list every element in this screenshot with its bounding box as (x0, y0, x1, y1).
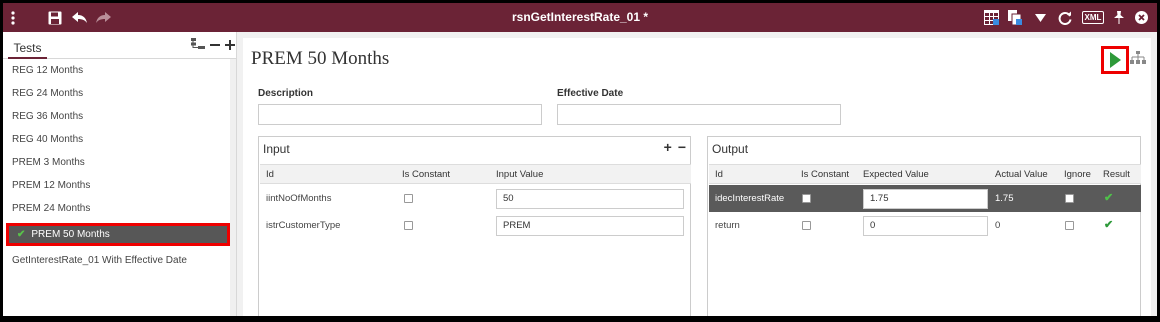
input-panel: Input + − Id Is Constant Input Value iin… (258, 136, 691, 316)
column-header-id: Id (266, 169, 274, 180)
table-row[interactable]: return 0 0 ✔ (709, 212, 1141, 239)
tab-tests[interactable]: Tests (8, 41, 47, 59)
column-header-is-constant: Is Constant (402, 169, 451, 180)
remove-row-icon[interactable]: − (678, 139, 686, 155)
test-item-label: REG 12 Months (12, 65, 84, 76)
column-header-ignore: Ignore (1064, 169, 1091, 180)
refresh-icon[interactable] (1057, 3, 1073, 32)
output-grid-header: Id Is Constant Expected Value Actual Val… (709, 164, 1141, 184)
pin-icon[interactable] (1111, 3, 1127, 32)
table-row: istrCustomerType PREM (260, 212, 691, 239)
test-item-label: PREM 50 Months (31, 229, 110, 240)
tree-list-icon[interactable] (191, 37, 205, 54)
column-header-actual-value: Actual Value (995, 169, 1048, 180)
sidebar-scrollbar[interactable] (230, 59, 236, 316)
pass-check-icon: ✔ (1104, 192, 1114, 204)
test-item[interactable]: PREM 12 Months (3, 174, 236, 197)
is-constant-checkbox[interactable] (404, 221, 413, 230)
input-panel-actions: + − (664, 139, 686, 155)
table-row: iintNoOfMonths 50 (260, 185, 691, 212)
input-panel-title: Input (263, 142, 290, 156)
undo-icon[interactable] (71, 3, 89, 32)
test-item[interactable]: PREM 24 Months (3, 197, 236, 220)
actual-value: 0 (995, 220, 1001, 231)
page-title: PREM 50 Months (251, 48, 390, 69)
test-list: REG 12 Months REG 24 Months REG 36 Month… (3, 59, 236, 272)
test-item-selected[interactable]: ✔ PREM 50 Months (6, 223, 230, 246)
input-id: iintNoOfMonths (266, 193, 332, 204)
input-grid-header: Id Is Constant Input Value (260, 164, 691, 184)
description-field[interactable] (258, 104, 542, 125)
column-header-input-value: Input Value (496, 169, 544, 180)
collapse-icon[interactable] (210, 37, 220, 54)
actual-value: 1.75 (995, 193, 1014, 204)
add-test-icon[interactable] (225, 37, 235, 54)
expected-value-field[interactable]: 1.75 (863, 189, 988, 209)
test-item[interactable]: REG 24 Months (3, 82, 236, 105)
ignore-checkbox[interactable] (1065, 194, 1074, 203)
output-id: idecInterestRate (715, 193, 785, 204)
test-item[interactable]: GetInterestRate_01 With Effective Date (3, 249, 236, 272)
test-item-label: REG 24 Months (12, 88, 84, 99)
test-item-label: PREM 3 Months (12, 157, 85, 168)
test-item[interactable]: PREM 3 Months (3, 151, 236, 174)
output-id: return (715, 220, 740, 231)
description-label: Description (258, 88, 314, 99)
effective-date-label: Effective Date (557, 88, 624, 99)
test-item[interactable]: REG 12 Months (3, 59, 236, 82)
expected-value-field[interactable]: 0 (863, 216, 988, 236)
app-window: rsnGetInterestRate_01 * XML Tests REG 12… (3, 3, 1157, 316)
tests-sidebar: Tests REG 12 Months REG 24 Months REG 36… (3, 32, 237, 316)
test-item-label: PREM 24 Months (12, 203, 91, 214)
check-icon: ✔ (17, 229, 26, 240)
xml-icon[interactable]: XML (1081, 3, 1105, 32)
triangle-down-icon[interactable] (1033, 3, 1047, 32)
effective-date-field[interactable] (557, 104, 841, 125)
sidebar-header: Tests (3, 32, 237, 59)
test-item-label: GetInterestRate_01 With Effective Date (12, 255, 187, 266)
kebab-menu-icon[interactable] (9, 3, 17, 32)
save-icon[interactable] (47, 3, 63, 32)
test-item[interactable]: REG 40 Months (3, 128, 236, 151)
is-constant-checkbox[interactable] (404, 194, 413, 203)
is-constant-checkbox[interactable] (802, 221, 811, 230)
column-header-result: Result (1103, 169, 1130, 180)
ignore-checkbox[interactable] (1065, 221, 1074, 230)
column-header-is-constant: Is Constant (801, 169, 850, 180)
copy-icon[interactable] (1007, 3, 1023, 32)
test-editor: PREM 50 Months Description Effective Dat… (243, 38, 1151, 316)
table-row-selected[interactable]: idecInterestRate 1.75 1.75 ✔ (709, 185, 1141, 212)
test-item-label: PREM 12 Months (12, 180, 91, 191)
input-value-field[interactable]: 50 (496, 189, 684, 209)
test-item-label: REG 36 Months (12, 111, 84, 122)
is-constant-checkbox[interactable] (802, 194, 811, 203)
input-value-field[interactable]: PREM (496, 216, 684, 236)
play-icon (1109, 52, 1121, 68)
output-panel: Output Id Is Constant Expected Value Act… (707, 136, 1141, 316)
redo-icon[interactable] (94, 3, 112, 32)
column-header-expected-value: Expected Value (863, 169, 929, 180)
test-item[interactable]: REG 36 Months (3, 105, 236, 128)
output-panel-title: Output (712, 142, 749, 156)
pass-check-icon: ✔ (1104, 219, 1114, 231)
column-header-id: Id (715, 169, 723, 180)
grid-view-icon[interactable] (983, 3, 999, 32)
input-id: istrCustomerType (266, 220, 341, 231)
main-area: PREM 50 Months Description Effective Dat… (237, 32, 1157, 316)
run-test-button[interactable] (1101, 46, 1129, 74)
top-toolbar: rsnGetInterestRate_01 * XML (3, 3, 1157, 32)
xml-label: XML (1081, 11, 1105, 24)
test-item-label: REG 40 Months (12, 134, 84, 145)
add-row-icon[interactable]: + (664, 139, 672, 155)
hierarchy-icon[interactable] (1130, 51, 1146, 68)
close-circle-icon[interactable] (1133, 3, 1149, 32)
sidebar-actions (191, 37, 235, 54)
